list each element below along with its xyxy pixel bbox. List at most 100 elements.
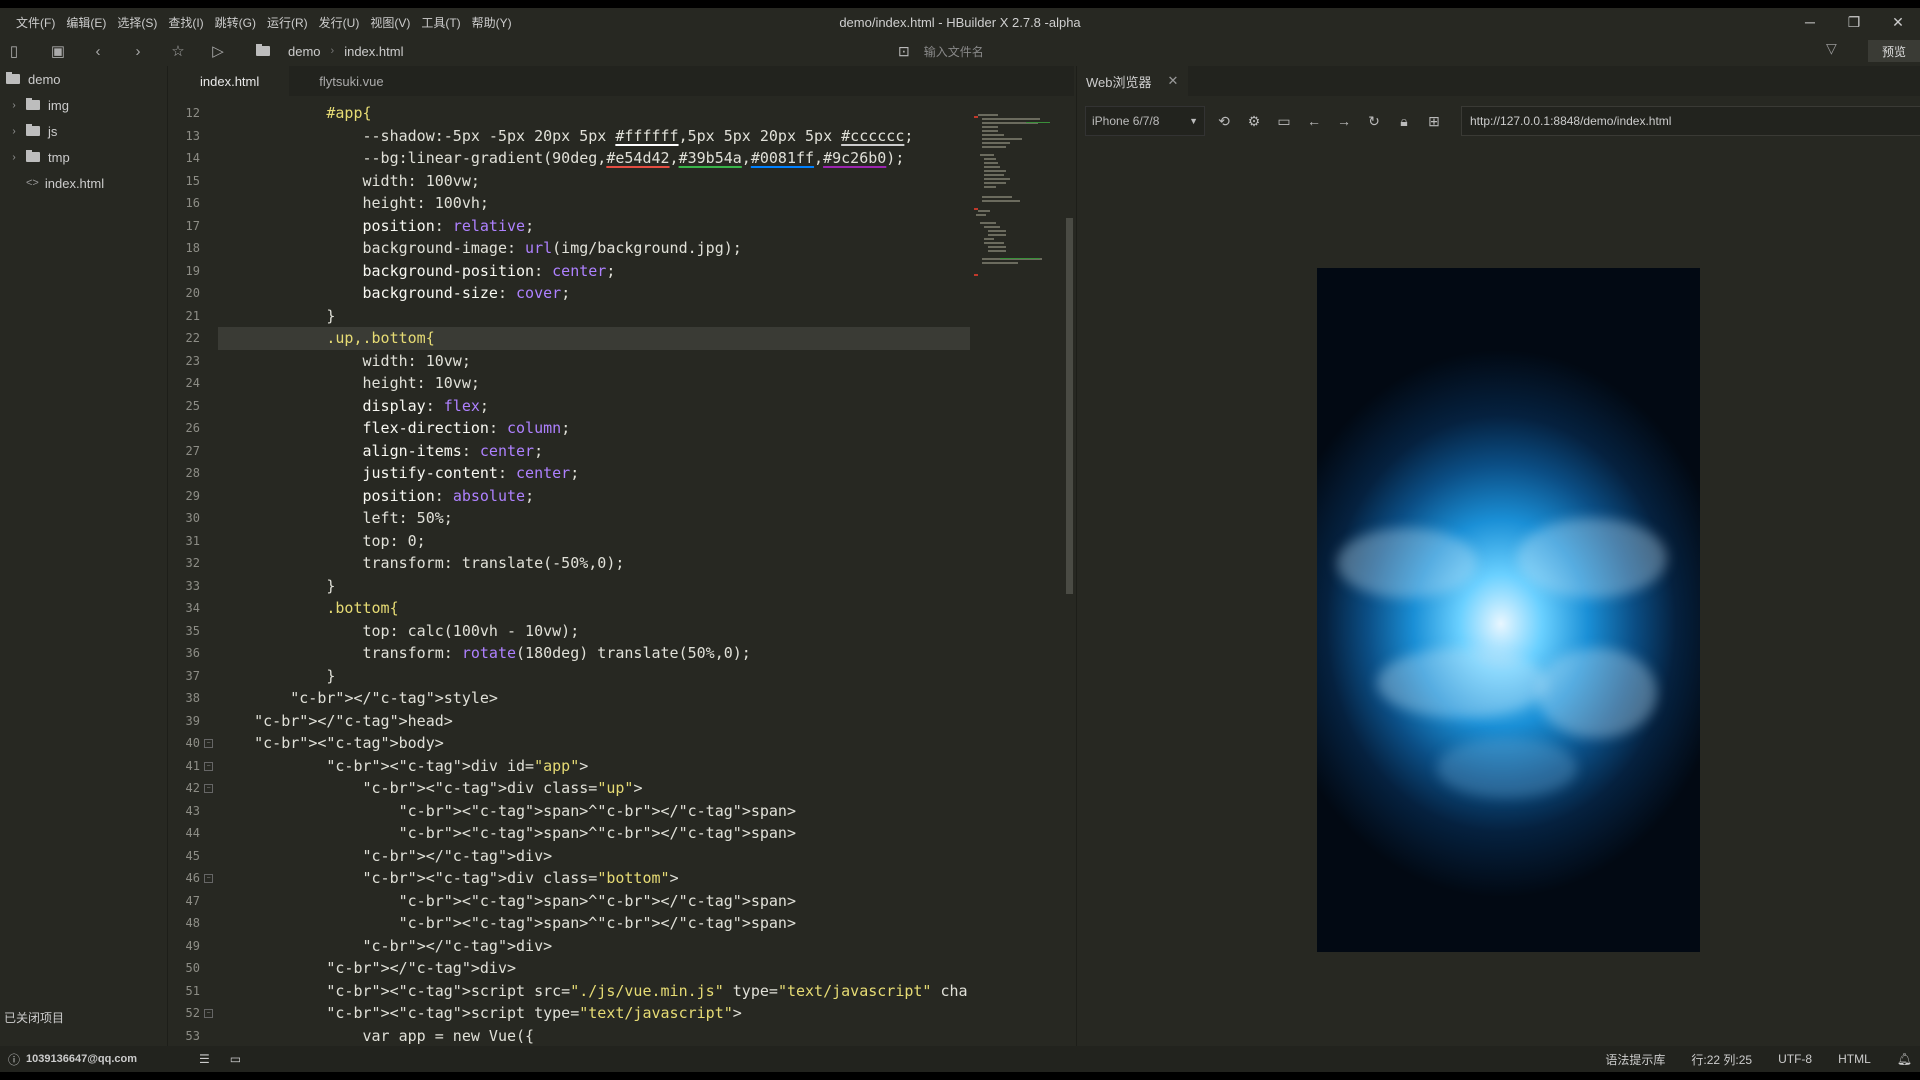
forward-icon[interactable]: →: [1333, 110, 1355, 132]
preview-button[interactable]: 预览: [1868, 40, 1920, 62]
terminal-icon[interactable]: ▭: [230, 1052, 241, 1066]
code-line[interactable]: "c-br"><"c-tag">span>^"c-br"></"c-tag">s…: [218, 822, 796, 845]
menu-item[interactable]: 运行(R): [267, 14, 319, 31]
tree-root[interactable]: demo: [0, 66, 167, 92]
code-line[interactable]: #app{: [218, 102, 371, 125]
file-search-input[interactable]: 输入文件名: [924, 43, 984, 60]
code-line[interactable]: "c-br"></"c-tag">div>: [218, 845, 553, 868]
code-line[interactable]: "c-br"><"c-tag">span>^"c-br"></"c-tag">s…: [218, 912, 796, 935]
save-icon[interactable]: ▣: [44, 39, 72, 63]
back-icon[interactable]: ‹: [84, 39, 112, 63]
device-preview[interactable]: [1317, 268, 1700, 952]
restore-icon[interactable]: ❐: [1832, 14, 1876, 31]
code-line[interactable]: width: 10vw;: [218, 350, 470, 373]
vertical-scrollbar[interactable]: [1066, 218, 1073, 594]
code-line[interactable]: display: flex;: [218, 395, 489, 418]
closed-projects-label[interactable]: 已关闭项目: [4, 1009, 64, 1026]
menu-item[interactable]: 视图(V): [370, 14, 421, 31]
device-select[interactable]: iPhone 6/7/8 ▼: [1085, 106, 1205, 136]
breadcrumb-file[interactable]: index.html: [344, 44, 403, 59]
menu-item[interactable]: 工具(T): [421, 14, 471, 31]
menu-item[interactable]: 跳转(G): [215, 14, 267, 31]
fold-toggle-icon[interactable]: −: [204, 739, 213, 748]
code-line[interactable]: .bottom{: [218, 597, 398, 620]
code-line[interactable]: "c-br"></"c-tag">style>: [218, 687, 498, 710]
code-line[interactable]: flex-direction: column;: [218, 417, 571, 440]
code-line[interactable]: justify-content: center;: [218, 462, 580, 485]
run-icon[interactable]: ▷: [204, 39, 232, 63]
back-icon[interactable]: ←: [1303, 110, 1325, 132]
star-icon[interactable]: ☆: [164, 39, 192, 63]
code-editor[interactable]: 12 13 14 15 16 17 18 19 20 21 22 23 24 25 26 27 28 29 30 31…: [170, 96, 970, 1052]
minimap[interactable]: [970, 96, 1074, 1052]
tree-item-tmp[interactable]: › tmp: [0, 144, 167, 170]
refresh-icon[interactable]: ↻: [1363, 110, 1385, 132]
code-line[interactable]: align-items: center;: [218, 440, 544, 463]
code-line[interactable]: transform: translate(-50%,0);: [218, 552, 624, 575]
menu-item[interactable]: 发行(U): [319, 14, 371, 31]
tree-item-js[interactable]: › js: [0, 118, 167, 144]
code-line[interactable]: background-position: center;: [218, 260, 616, 283]
forward-icon[interactable]: ›: [124, 39, 152, 63]
new-file-icon[interactable]: ▯: [0, 39, 28, 63]
menu-item[interactable]: 文件(F): [16, 14, 66, 31]
code-line[interactable]: --shadow:-5px -5px 20px 5px #ffffff,5px …: [218, 125, 913, 148]
chevron-right-icon[interactable]: ›: [8, 100, 20, 111]
code-line[interactable]: --bg:linear-gradient(90deg,#e54d42,#39b5…: [218, 147, 904, 170]
code-line[interactable]: "c-br"><"c-tag">div class="up">: [218, 777, 643, 800]
lock-icon[interactable]: 🔒︎: [1393, 110, 1415, 132]
rotate-icon[interactable]: ⟲: [1213, 110, 1235, 132]
file-search-icon[interactable]: ⊡: [898, 43, 910, 60]
code-line[interactable]: "c-br"><"c-tag">div class="bottom">: [218, 867, 679, 890]
code-line[interactable]: "c-br"></"c-tag">div>: [218, 957, 516, 980]
breadcrumb-demo[interactable]: demo: [288, 44, 321, 59]
code-line[interactable]: top: 0;: [218, 530, 425, 553]
code-line[interactable]: position: relative;: [218, 215, 535, 238]
minimize-icon[interactable]: ─: [1788, 14, 1832, 30]
url-input[interactable]: http://127.0.0.1:8848/demo/index.html: [1461, 106, 1920, 136]
menu-item[interactable]: 查找(I): [168, 14, 214, 31]
tab-flytsuki-vue[interactable]: flytsuki.vue: [289, 66, 413, 96]
code-line[interactable]: }: [218, 575, 335, 598]
code-line[interactable]: transform: rotate(180deg) translate(50%,…: [218, 642, 750, 665]
fold-toggle-icon[interactable]: −: [204, 1009, 213, 1018]
code-line[interactable]: "c-br"></"c-tag">div>: [218, 935, 553, 958]
close-window-icon[interactable]: ✕: [1876, 14, 1920, 31]
language-mode[interactable]: HTML: [1838, 1052, 1871, 1066]
tree-item-img[interactable]: › img: [0, 92, 167, 118]
screenshot-icon[interactable]: ▭: [1273, 110, 1295, 132]
code-line[interactable]: }: [218, 305, 335, 328]
code-line[interactable]: left: 50%;: [218, 507, 452, 530]
filter-icon[interactable]: ▽: [1826, 40, 1837, 57]
chevron-right-icon[interactable]: ›: [8, 126, 20, 137]
code-area[interactable]: #app{ --shadow:-5px -5px 20px 5px #fffff…: [218, 96, 970, 1052]
fold-toggle-icon[interactable]: −: [204, 784, 213, 793]
code-line[interactable]: position: absolute;: [218, 485, 535, 508]
menu-item[interactable]: 选择(S): [117, 14, 168, 31]
code-line[interactable]: .up,.bottom{: [218, 327, 970, 350]
code-line[interactable]: background-size: cover;: [218, 282, 571, 305]
code-line[interactable]: "c-br"><"c-tag">span>^"c-br"></"c-tag">s…: [218, 890, 796, 913]
fold-toggle-icon[interactable]: −: [204, 761, 213, 771]
code-line[interactable]: "c-br"><"c-tag">script src="./js/vue.min…: [218, 980, 970, 1003]
code-line[interactable]: var app = new Vue({: [218, 1025, 534, 1048]
syntax-hint[interactable]: 语法提示库: [1605, 1051, 1665, 1068]
code-line[interactable]: "c-br"></"c-tag">head>: [218, 710, 453, 733]
bell-icon[interactable]: 🔔︎: [1897, 1052, 1912, 1066]
settings-icon[interactable]: ⚙: [1243, 110, 1265, 132]
code-line[interactable]: width: 100vw;: [218, 170, 479, 193]
code-line[interactable]: "c-br"><"c-tag">script type="text/javasc…: [218, 1002, 741, 1025]
menu-item[interactable]: 帮助(Y): [472, 14, 523, 31]
code-line[interactable]: "c-br"><"c-tag">div id="app">: [218, 755, 588, 778]
code-line[interactable]: "c-br"><"c-tag">body>: [218, 732, 444, 755]
code-line[interactable]: background-image: url(img/background.jpg…: [218, 237, 741, 260]
code-line[interactable]: top: calc(100vh - 10vw);: [218, 620, 579, 643]
menu-item[interactable]: 编辑(E): [66, 14, 117, 31]
code-line[interactable]: height: 100vh;: [218, 192, 488, 215]
code-line[interactable]: }: [218, 665, 335, 688]
list-icon[interactable]: ☰: [199, 1052, 210, 1066]
cursor-position[interactable]: 行:22 列:25: [1691, 1051, 1752, 1068]
tree-item-index-html[interactable]: <> index.html: [0, 170, 167, 196]
encoding[interactable]: UTF-8: [1778, 1052, 1812, 1066]
chevron-right-icon[interactable]: ›: [8, 152, 20, 163]
